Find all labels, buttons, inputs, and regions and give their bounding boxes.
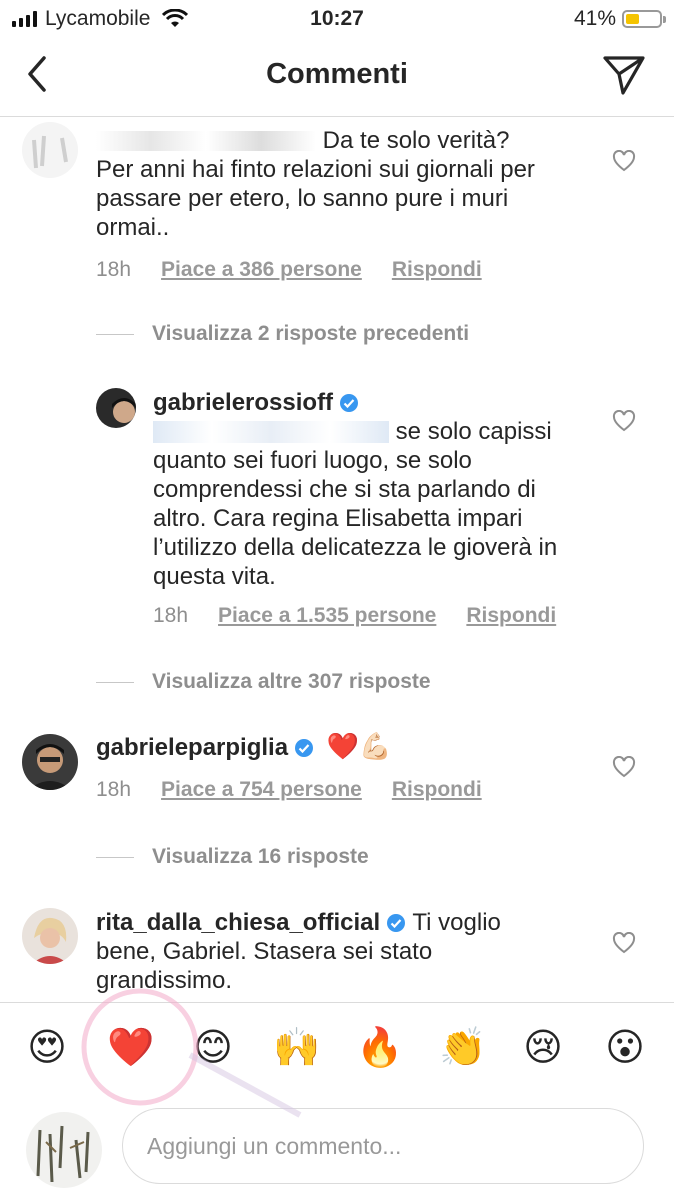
comment-meta: 18h Piace a 754 persone Rispondi	[96, 778, 482, 802]
emoji-red-heart[interactable]: ❤️	[107, 1025, 154, 1071]
comment-body: se solo capissi quanto sei fuori luogo, …	[153, 418, 558, 590]
verified-badge-icon	[340, 394, 359, 412]
comment-body: ❤️💪🏻	[326, 731, 392, 761]
comment-time: 18h	[96, 258, 132, 281]
avatar[interactable]	[96, 388, 136, 428]
navigation-header: Commenti	[0, 40, 674, 117]
verified-badge-icon	[295, 739, 314, 757]
avatar[interactable]	[22, 908, 78, 964]
reply-button[interactable]: Rispondi	[392, 258, 482, 282]
comment-input[interactable]: Aggiungi un commento...	[122, 1108, 644, 1184]
battery-status: 41%	[573, 7, 666, 31]
emoji-fire[interactable]: 🔥	[356, 1025, 403, 1071]
avatar[interactable]	[22, 734, 78, 790]
clock: 10:27	[310, 7, 364, 30]
heart-icon[interactable]	[612, 932, 636, 954]
comment-item: gabrieleparpiglia ❤️💪🏻 18h Piace a 754 p…	[0, 728, 674, 818]
avatar[interactable]	[22, 122, 78, 178]
emoji-raised-hands[interactable]: 🙌	[273, 1025, 320, 1071]
heart-icon[interactable]	[612, 150, 636, 172]
view-more-replies[interactable]: Visualizza altre 307 risposte	[96, 670, 431, 694]
battery-percent: 41%	[573, 7, 616, 30]
divider-line	[96, 681, 134, 683]
comment-meta: 18h Piace a 386 persone Rispondi	[96, 258, 482, 282]
username[interactable]: gabrielerossioff	[153, 389, 333, 416]
avatar	[26, 1112, 102, 1188]
emoji-clapping[interactable]: 👏	[439, 1025, 486, 1071]
reply-item: gabrielerossioff se solo capissi quanto …	[0, 380, 674, 640]
reply-button[interactable]: Rispondi	[466, 604, 556, 628]
mention-redacted[interactable]	[153, 421, 389, 443]
username-redacted	[96, 131, 316, 151]
reply-button[interactable]: Rispondi	[392, 778, 482, 802]
username[interactable]: rita_dalla_chiesa_official	[96, 909, 380, 936]
emoji-surprised[interactable]: 😮	[602, 1025, 648, 1071]
divider-line	[96, 856, 134, 858]
likes-link[interactable]: Piace a 754 persone	[161, 778, 362, 802]
page-title: Commenti	[266, 58, 408, 90]
username[interactable]: gabrieleparpiglia	[96, 734, 288, 761]
paper-plane-icon[interactable]	[602, 52, 646, 96]
view-replies-label: Visualizza 16 risposte	[152, 845, 369, 868]
comment-input-placeholder: Aggiungi un commento...	[147, 1132, 402, 1159]
divider-line	[96, 333, 134, 335]
likes-link[interactable]: Piace a 386 persone	[161, 258, 362, 282]
emoji-smiling[interactable]: 😊	[190, 1025, 236, 1071]
comment-text: Da te solo verità? Per anni hai finto re…	[96, 126, 536, 242]
emoji-crying[interactable]: 😢	[520, 1025, 566, 1071]
comment-item: rita_dalla_chiesa_official Ti voglio ben…	[0, 904, 674, 1000]
comment-item: Da te solo verità? Per anni hai finto re…	[0, 116, 674, 316]
likes-link[interactable]: Piace a 1.535 persone	[218, 604, 436, 628]
comment-text: gabrielerossioff se solo capissi quanto …	[153, 388, 573, 591]
comment-text: gabrieleparpiglia ❤️💪🏻	[96, 732, 536, 762]
comment-meta: 18h Piace a 1.535 persone Rispondi	[153, 604, 556, 628]
comment-composer: Aggiungi un commento...	[0, 1100, 674, 1200]
heart-icon[interactable]	[612, 756, 636, 778]
heart-icon[interactable]	[612, 410, 636, 432]
view-previous-replies[interactable]: Visualizza 2 risposte precedenti	[96, 322, 469, 346]
emoji-quick-reactions: 😍 ❤️ 😊 🙌 🔥 👏 😢 😮	[0, 1002, 674, 1099]
battery-icon	[622, 10, 666, 28]
view-previous-label: Visualizza 2 risposte precedenti	[152, 322, 470, 345]
view-replies[interactable]: Visualizza 16 risposte	[96, 845, 369, 869]
status-bar: Lycamobile 10:27 41%	[0, 0, 674, 40]
verified-badge-icon	[387, 914, 406, 932]
comment-text: rita_dalla_chiesa_official Ti voglio ben…	[96, 908, 536, 995]
comment-time: 18h	[96, 778, 132, 801]
emoji-heart-eyes[interactable]: 😍	[24, 1025, 70, 1071]
comment-time: 18h	[153, 604, 189, 627]
view-more-label: Visualizza altre 307 risposte	[152, 670, 431, 693]
